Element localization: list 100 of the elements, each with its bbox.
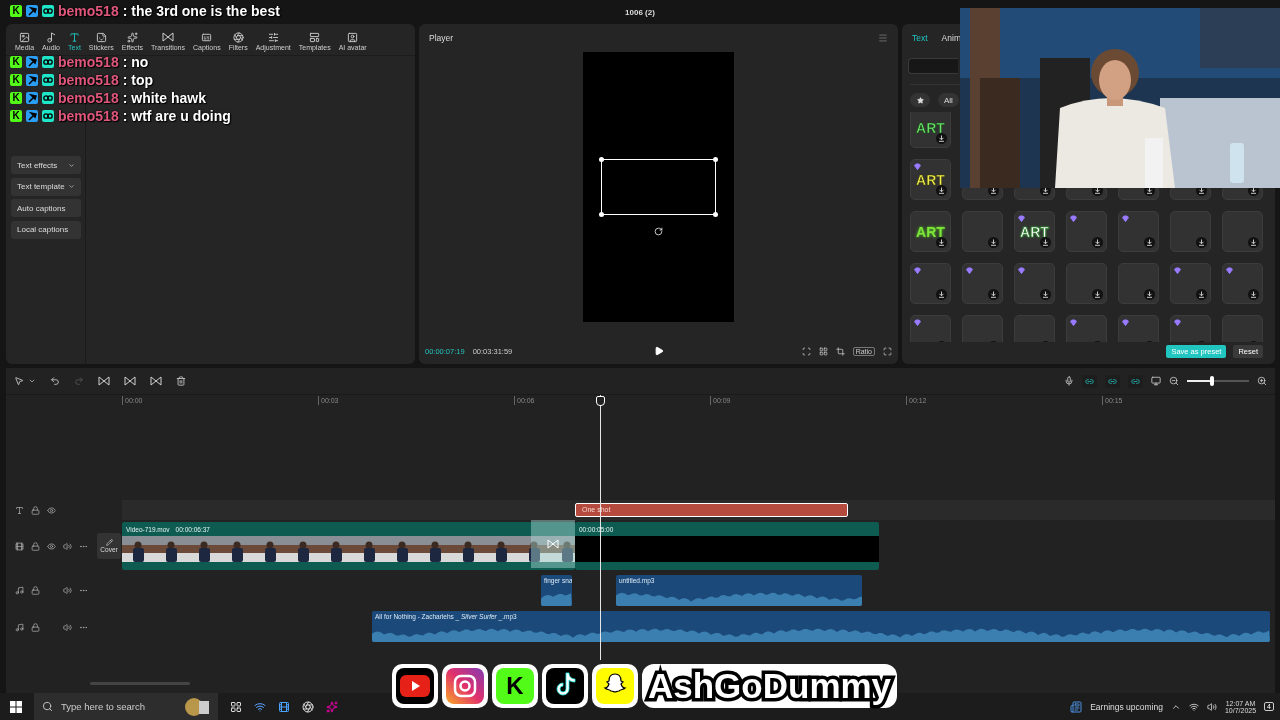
download-icon[interactable] bbox=[1040, 289, 1051, 300]
zoom-out-icon[interactable] bbox=[1169, 376, 1179, 386]
signal-icon[interactable] bbox=[254, 700, 266, 713]
favorites-button[interactable] bbox=[910, 93, 930, 107]
camera-icon[interactable] bbox=[442, 664, 488, 708]
video-track-icon bbox=[15, 541, 24, 551]
delete-icon[interactable] bbox=[176, 376, 186, 386]
link-icon bbox=[1108, 376, 1117, 386]
zoom-frame-icon[interactable] bbox=[835, 346, 845, 356]
rotate-icon[interactable] bbox=[654, 227, 663, 236]
download-icon[interactable] bbox=[1092, 289, 1103, 300]
fullscreen-icon[interactable] bbox=[883, 346, 892, 356]
volume-icon[interactable] bbox=[63, 622, 72, 632]
preview-icon[interactable] bbox=[1151, 376, 1161, 386]
chat-message: : white hawk bbox=[122, 90, 206, 106]
link-toggle[interactable] bbox=[1082, 374, 1097, 388]
text-style-tile[interactable] bbox=[962, 263, 1003, 304]
grid-icon[interactable] bbox=[818, 346, 828, 356]
selection-box[interactable] bbox=[601, 159, 716, 215]
select-tool-icon[interactable] bbox=[14, 376, 24, 386]
download-icon[interactable] bbox=[936, 237, 947, 248]
text-style-tile[interactable] bbox=[962, 211, 1003, 252]
taskbar-search[interactable]: Type here to search bbox=[34, 693, 218, 720]
slider-thumb[interactable] bbox=[1209, 376, 1214, 386]
sidebar-item[interactable]: Text template bbox=[11, 177, 81, 196]
download-icon[interactable] bbox=[936, 289, 947, 300]
volume-icon[interactable] bbox=[1206, 701, 1217, 712]
zoom-in-icon[interactable] bbox=[1257, 376, 1267, 386]
filter-chip[interactable]: All bbox=[938, 93, 959, 107]
link-toggle[interactable] bbox=[1105, 374, 1120, 388]
eye-icon[interactable] bbox=[47, 505, 56, 515]
text-style-tile[interactable] bbox=[1066, 263, 1107, 304]
download-icon[interactable] bbox=[1040, 237, 1051, 248]
news-label[interactable]: Earnings upcoming bbox=[1090, 701, 1163, 712]
loop-badge-icon bbox=[42, 74, 54, 86]
app-icon[interactable] bbox=[278, 700, 290, 713]
download-icon[interactable] bbox=[988, 237, 999, 248]
download-icon[interactable] bbox=[1248, 237, 1259, 248]
lock-icon[interactable] bbox=[31, 585, 40, 595]
text-style-tile[interactable] bbox=[910, 263, 951, 304]
volume-icon[interactable] bbox=[63, 585, 72, 595]
text-style-tile[interactable] bbox=[1170, 263, 1211, 304]
text-style-tile[interactable]: ART bbox=[910, 211, 951, 252]
lock-icon[interactable] bbox=[31, 505, 40, 515]
text-style-tile[interactable]: ART bbox=[910, 159, 951, 200]
lock-icon[interactable] bbox=[31, 622, 40, 632]
download-icon[interactable] bbox=[1144, 237, 1155, 248]
volume-icon[interactable] bbox=[63, 541, 72, 551]
task-view-icon[interactable] bbox=[230, 700, 242, 713]
sidebar-item[interactable]: Local captions bbox=[11, 220, 81, 239]
download-icon[interactable] bbox=[1092, 237, 1103, 248]
download-icon[interactable] bbox=[1248, 289, 1259, 300]
eye-icon[interactable] bbox=[47, 541, 56, 551]
download-icon[interactable] bbox=[1196, 289, 1207, 300]
text-style-tile[interactable] bbox=[1066, 211, 1107, 252]
scrollbar[interactable] bbox=[90, 682, 190, 685]
panel-tab[interactable]: Text bbox=[912, 33, 928, 43]
medal-icon[interactable] bbox=[184, 696, 210, 717]
split-icon[interactable] bbox=[98, 375, 110, 387]
lock-icon[interactable] bbox=[31, 541, 40, 551]
text-style-tile[interactable]: ART bbox=[1014, 211, 1055, 252]
news-icon[interactable] bbox=[1070, 700, 1083, 713]
text-style-tile[interactable] bbox=[1222, 211, 1263, 252]
microphone-icon[interactable] bbox=[1064, 376, 1074, 386]
transition-overlay[interactable] bbox=[531, 520, 575, 568]
sidebar-item[interactable]: Text effects bbox=[11, 156, 81, 174]
wifi-icon[interactable] bbox=[1188, 701, 1199, 712]
text-style-tile[interactable] bbox=[1170, 211, 1211, 252]
music-note-icon[interactable] bbox=[542, 664, 588, 708]
search-field[interactable] bbox=[908, 58, 958, 74]
text-style-tile[interactable] bbox=[1222, 263, 1263, 304]
caret-icon[interactable] bbox=[28, 377, 36, 385]
kick-logo[interactable]: K bbox=[492, 664, 538, 708]
download-icon[interactable] bbox=[936, 133, 947, 144]
text-style-tile[interactable] bbox=[1118, 211, 1159, 252]
sidebar-item[interactable]: Auto captions bbox=[11, 199, 81, 217]
play-icon[interactable] bbox=[653, 346, 664, 356]
gem-icon bbox=[1018, 267, 1025, 274]
split-right-icon[interactable] bbox=[150, 375, 162, 387]
ghost-icon[interactable] bbox=[592, 664, 638, 708]
link-icon bbox=[1131, 376, 1140, 386]
link-toggle[interactable] bbox=[1128, 374, 1143, 388]
download-icon[interactable] bbox=[1144, 289, 1155, 300]
text-style-tile[interactable] bbox=[1014, 263, 1055, 304]
music-icon bbox=[45, 32, 57, 43]
text-style-tile[interactable]: ART bbox=[910, 112, 951, 148]
text-icon bbox=[68, 32, 80, 43]
download-icon[interactable] bbox=[936, 185, 947, 196]
windows-icon[interactable] bbox=[10, 700, 22, 713]
text-style-tile[interactable] bbox=[1118, 263, 1159, 304]
gem-icon bbox=[1174, 267, 1181, 274]
download-icon[interactable] bbox=[988, 289, 999, 300]
sidebar-label: Text template bbox=[17, 182, 65, 191]
pencil-icon bbox=[105, 539, 113, 546]
sparkles-icon bbox=[126, 32, 138, 43]
download-icon[interactable] bbox=[1196, 237, 1207, 248]
undo-icon[interactable] bbox=[50, 376, 60, 386]
split-left-icon[interactable] bbox=[124, 375, 136, 387]
crop-icon[interactable] bbox=[801, 346, 811, 356]
youtube-icon[interactable] bbox=[392, 664, 438, 708]
